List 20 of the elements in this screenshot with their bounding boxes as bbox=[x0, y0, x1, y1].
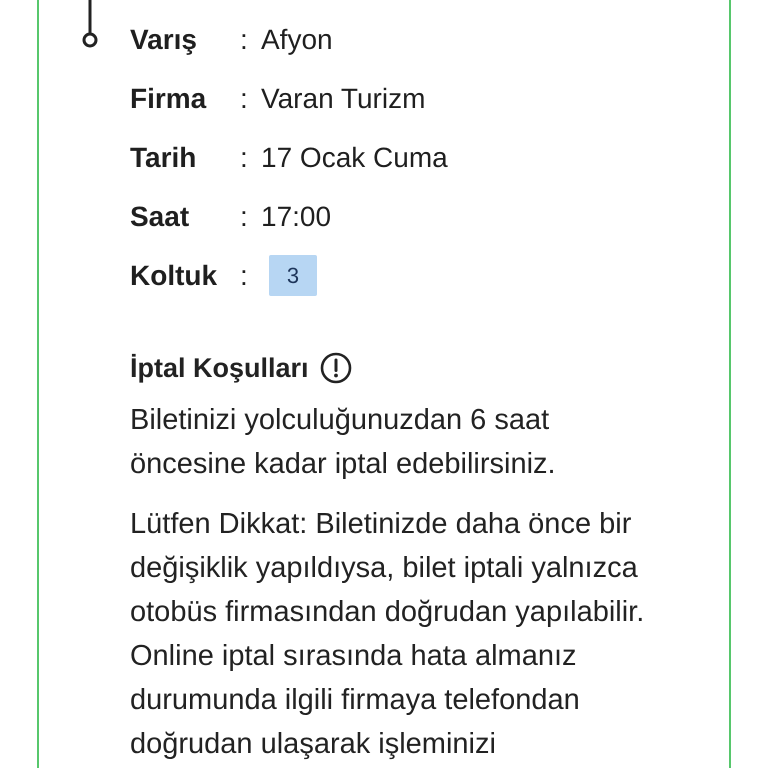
label-separator: : bbox=[240, 82, 248, 114]
label-separator: : bbox=[240, 24, 248, 56]
detail-value: Afyon bbox=[261, 24, 333, 56]
detail-label: Firma bbox=[130, 82, 206, 114]
cancellation-title: İptal Koşulları bbox=[130, 352, 309, 384]
cancellation-paragraph: Biletinizi yolculuğunuzdan 6 saat öncesine kadar iptal edebilirsiniz. bbox=[130, 403, 557, 482]
detail-label: Tarih bbox=[130, 142, 196, 174]
detail-label: Koltuk bbox=[130, 260, 218, 292]
exclamation-circle-icon[interactable] bbox=[320, 352, 352, 384]
label-separator: : bbox=[240, 260, 248, 292]
detail-label: Saat bbox=[130, 200, 190, 232]
detail-value: Varan Turizm bbox=[261, 82, 426, 114]
label-separator: : bbox=[240, 200, 248, 232]
detail-label: Varış bbox=[130, 24, 197, 56]
cancellation-paragraph: Lütfen Dikkat: Biletinizde daha önce bir değişiklik yapıldıysa, bilet iptali yalnızca otobüs firmasından doğrudan yapılabilir. Online iptal sırasında hata almanız durumunda ilgili firmaya telefondan doğrudan ulaşarak işleminizi bbox=[130, 507, 646, 762]
seat-number-badge: 3 bbox=[269, 255, 317, 296]
route-timeline-end-icon bbox=[80, 0, 100, 48]
label-separator: : bbox=[240, 142, 248, 174]
detail-value: 17 Ocak Cuma bbox=[261, 142, 448, 174]
detail-value: 17:00 bbox=[261, 200, 332, 232]
